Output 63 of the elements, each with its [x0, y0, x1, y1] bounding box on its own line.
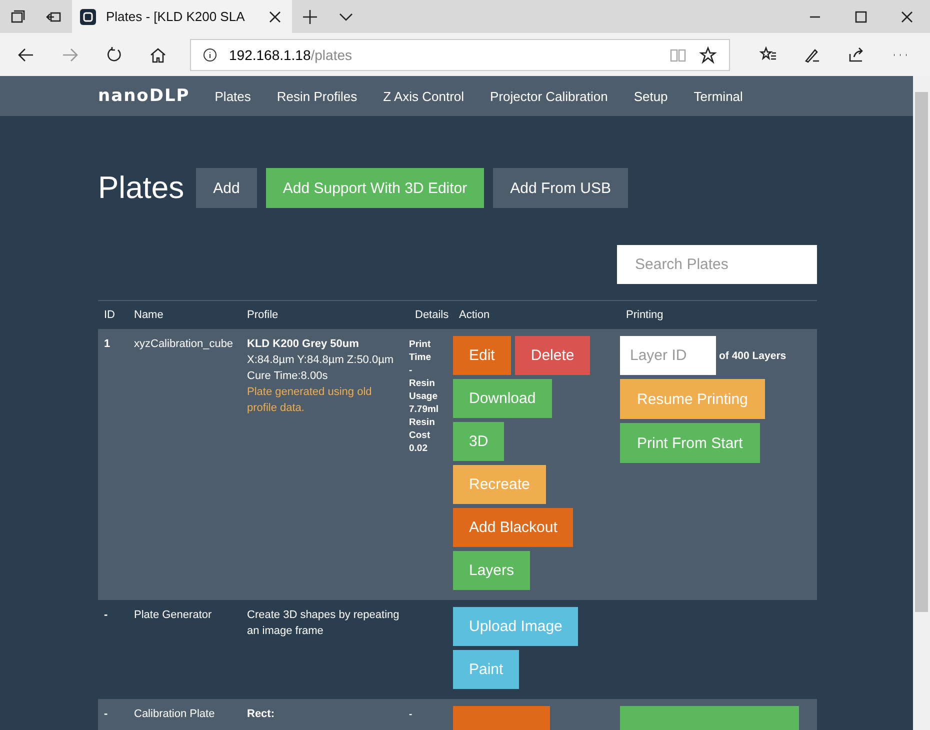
- description-text: Create 3D shapes by repeating an image frame: [247, 608, 400, 639]
- logo[interactable]: nanoDLP: [98, 86, 190, 106]
- profile-text: Rect:: [247, 707, 276, 722]
- header-button[interactable]: Add From USB: [493, 168, 628, 208]
- plate-name: Plate Generator: [134, 608, 213, 623]
- header-button[interactable]: Add Support With 3D Editor: [266, 168, 484, 208]
- profile-text: X:84.8µm Y:84.8µm Z:50.0µm: [247, 353, 395, 368]
- forward-icon[interactable]: [61, 46, 79, 64]
- profile-text: Cure Time:8.00s: [247, 369, 329, 384]
- action-button[interactable]: Add Blackout: [453, 508, 574, 547]
- plate-name: Calibration Plate: [134, 707, 216, 722]
- detail-text: Resin Usage: [409, 377, 439, 403]
- action-button[interactable]: Delete: [514, 336, 590, 375]
- column-header: Action: [458, 308, 491, 323]
- nav-link[interactable]: Z Axis Control: [370, 88, 478, 104]
- nav-link[interactable]: Plates: [202, 88, 264, 104]
- back-icon[interactable]: [17, 46, 35, 64]
- detail-text: Resin Cost: [409, 416, 436, 442]
- browser-tab[interactable]: Plates - [KLD K200 SLA: [72, 0, 292, 33]
- page-title: Plates: [98, 170, 184, 206]
- column-header: Profile: [246, 308, 280, 323]
- detail-text: -: [409, 364, 414, 377]
- nav-link[interactable]: Resin Profiles: [264, 88, 370, 104]
- column-header: Details: [414, 308, 450, 323]
- action-button[interactable]: Paint: [453, 650, 520, 689]
- table-cell-text: -: [104, 608, 109, 623]
- action-button[interactable]: Edit: [453, 336, 511, 375]
- profile-text: KLD K200 Grey 50um: [247, 337, 360, 352]
- favorite-icon[interactable]: [699, 46, 717, 64]
- action-button[interactable]: 3D: [453, 422, 504, 461]
- detail-text: Print Time: [409, 338, 432, 364]
- search-field[interactable]: Search Plates: [617, 245, 817, 284]
- column-header: ID: [103, 308, 116, 323]
- nav-link[interactable]: Projector Calibration: [477, 88, 621, 104]
- plate-name: xyzCalibration_cube: [134, 337, 234, 352]
- layer-id-field[interactable]: Layer ID: [620, 336, 716, 375]
- nav-link[interactable]: Setup: [620, 88, 681, 104]
- home-icon[interactable]: [149, 46, 167, 64]
- new-tab-icon[interactable]: [301, 8, 319, 26]
- refresh-icon[interactable]: [105, 46, 123, 64]
- action-button[interactable]: Upload Image: [453, 607, 578, 646]
- header-button[interactable]: Add: [196, 168, 257, 208]
- detail-text: -: [409, 708, 414, 721]
- info-icon: [203, 48, 217, 62]
- site-icon: [80, 8, 96, 24]
- nav-link[interactable]: Terminal: [680, 88, 756, 104]
- tab-title: Plates - [KLD K200 SLA: [106, 9, 246, 24]
- url-text: 192.168.1.18/plates: [229, 46, 353, 62]
- detail-text: 0.02: [409, 442, 428, 455]
- scrollbar[interactable]: [913, 76, 930, 730]
- warning-text: Plate generated using old profile data.: [247, 385, 373, 416]
- table-cell-text: 1: [104, 337, 112, 352]
- address-bar[interactable]: 192.168.1.18/plates: [190, 38, 730, 70]
- column-header: Name: [133, 308, 164, 323]
- detail-text: 7.79ml: [409, 403, 440, 416]
- print-button[interactable]: Print From Start: [620, 423, 760, 463]
- share-icon[interactable]: [847, 46, 865, 64]
- tabs-icon[interactable]: [9, 8, 27, 26]
- table-cell-text: -: [104, 707, 109, 722]
- action-button[interactable]: Download: [453, 379, 552, 418]
- action-button[interactable]: Layers: [453, 551, 530, 590]
- column-header: Printing: [625, 308, 664, 323]
- layers-count: of 400 Layers: [719, 348, 786, 364]
